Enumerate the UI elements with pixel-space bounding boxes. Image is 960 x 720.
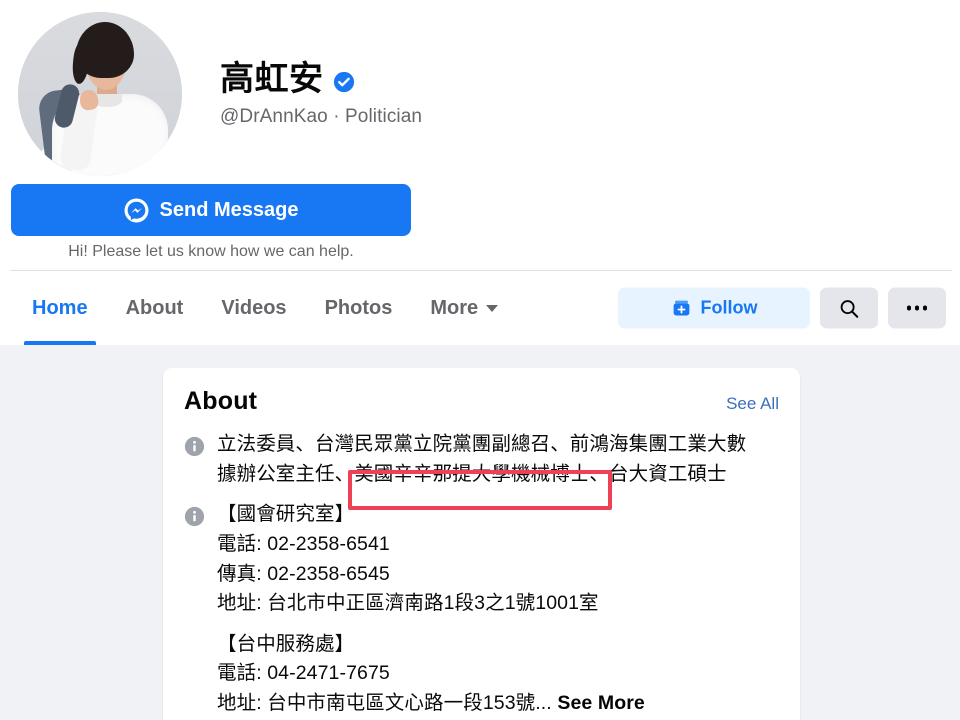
info-icon [184, 507, 205, 527]
about-entry-taichung-office-text: 【台中服務處】 電話: 04-2471-7675 地址: 台中市南屯區文心路一段… [217, 630, 645, 719]
about-entry-taichung-office: 【台中服務處】 電話: 04-2471-7675 地址: 台中市南屯區文心路一段… [184, 630, 779, 719]
tab-more[interactable]: More [411, 271, 517, 345]
about-entry-bio: 立法委員、台灣民眾黨立院黨團副總召、前鴻海集團工業大數 據辦公室主任、美國辛辛那… [184, 430, 779, 489]
bio-line-2-suffix: 台大資工碩士 [609, 462, 727, 485]
chevron-down-icon [486, 304, 499, 312]
search-button[interactable] [820, 287, 878, 329]
messenger-icon [124, 198, 148, 222]
more-options-button[interactable] [888, 287, 946, 329]
info-icon [184, 436, 205, 457]
about-entry-legislative-office-text: 【國會研究室】 電話: 02-2358-6541 傳真: 02-2358-654… [217, 500, 599, 619]
nav-actions: Follow [618, 287, 946, 329]
legislative-office-heading: 【國會研究室】 [217, 503, 355, 526]
avatar-bangs [82, 34, 130, 54]
taichung-office-address: 地址: 台中市南屯區文心路一段153號... [217, 692, 552, 714]
bio-line-1: 立法委員、台灣民眾黨立院黨團副總召、前鴻海集團工業大數 [217, 433, 747, 455]
verified-badge-icon [333, 71, 354, 93]
send-message-button[interactable]: Send Message [11, 184, 411, 236]
helper-text: Hi! Please let us know how we can help. [68, 243, 354, 260]
legislative-office-fax: 傳真: 02-2358-6545 [217, 562, 390, 585]
taichung-office-heading: 【台中服務處】 [217, 632, 355, 655]
name-block: 高虹安 @DrAnnKao · Politician [220, 60, 422, 128]
see-more-link[interactable]: See More [557, 692, 645, 714]
page-handle-and-category: @DrAnnKao · Politician [220, 106, 423, 128]
profile-nav-bar: Home About Videos Photos More Follow [0, 271, 960, 345]
tab-photos-label: Photos [324, 296, 393, 319]
taichung-office-phone: 電話: 04-2471-7675 [217, 662, 390, 685]
see-all-link[interactable]: See All [726, 394, 779, 414]
tab-about-label: About [125, 296, 184, 319]
about-card-title: About [184, 387, 258, 415]
avatar-photo [18, 12, 182, 176]
about-card: About See All 立法委員、台灣民眾黨立院黨團副總召、前鴻海集團工業大… [163, 368, 800, 720]
page-body: About See All 立法委員、台灣民眾黨立院黨團副總召、前鴻海集團工業大… [0, 345, 960, 720]
tab-videos[interactable]: Videos [202, 271, 305, 345]
avatar[interactable] [14, 8, 186, 180]
tab-about[interactable]: About [107, 271, 203, 345]
bio-line-2-highlighted: 美國辛辛那提大學機械博士、 [354, 462, 610, 485]
profile-header: 高虹安 @DrAnnKao · Politician Send Message … [0, 0, 960, 271]
follow-button[interactable]: Follow [618, 287, 810, 329]
about-entry-bio-text: 立法委員、台灣民眾黨立院黨團副總召、前鴻海集團工業大數 據辦公室主任、美國辛辛那… [217, 430, 746, 489]
ellipsis-icon [906, 305, 928, 311]
nav-tabs: Home About Videos Photos More [0, 271, 517, 345]
name-row: 高虹安 [220, 60, 422, 99]
about-card-header: About See All [184, 387, 779, 416]
follow-icon [673, 300, 689, 316]
tab-more-label: More [430, 296, 479, 319]
send-message-label: Send Message [159, 198, 299, 221]
legislative-office-phone: 電話: 02-2358-6541 [217, 532, 390, 555]
search-icon [840, 299, 859, 318]
tab-home-label: Home [32, 296, 88, 319]
page-title: 高虹安 [220, 60, 324, 98]
tab-videos-label: Videos [221, 296, 287, 319]
legislative-office-address: 地址: 台北市中正區濟南路1段3之1號1001室 [217, 592, 599, 615]
about-entry-legislative-office: 【國會研究室】 電話: 02-2358-6541 傳真: 02-2358-654… [184, 500, 779, 619]
tab-photos[interactable]: Photos [306, 271, 412, 345]
bio-line-2-prefix: 據辦公室主任、 [217, 462, 355, 485]
tab-home[interactable]: Home [13, 271, 107, 345]
follow-label: Follow [700, 297, 758, 318]
